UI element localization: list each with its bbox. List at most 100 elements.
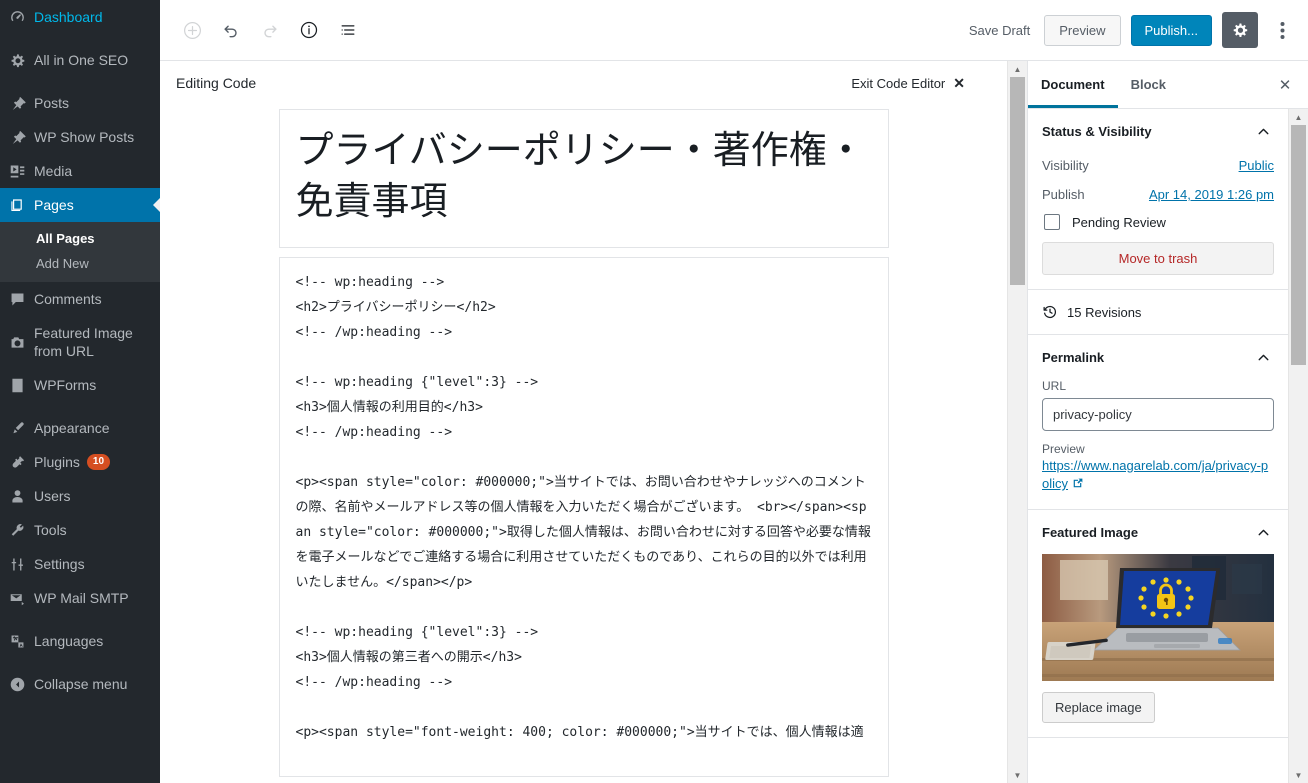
more-options-button[interactable] xyxy=(1268,12,1296,48)
scrollbar-thumb[interactable] xyxy=(1010,77,1025,285)
sidebar-item-comments[interactable]: Comments xyxy=(0,282,160,316)
sidebar-item-label: Plugins xyxy=(34,454,80,470)
pending-review-label[interactable]: Pending Review xyxy=(1072,215,1166,230)
collapse-menu-button[interactable]: Collapse menu xyxy=(0,667,160,701)
sidebar-item-media[interactable]: Media xyxy=(0,154,160,188)
sidebar-item-label: WPForms xyxy=(34,377,97,393)
chevron-up-icon xyxy=(1255,349,1272,366)
permalink-url-input[interactable] xyxy=(1042,398,1274,431)
pages-icon xyxy=(0,197,34,213)
publish-label: Publish xyxy=(1042,187,1085,202)
code-textarea-box[interactable]: <!-- wp:heading --> <h2>プライバシーポリシー</h2> … xyxy=(278,256,889,777)
editor-body: Editing Code Exit Code Editor ✕ プライバシーポリ… xyxy=(160,61,1308,783)
sidebar-item-plugins[interactable]: Plugins 10 xyxy=(0,445,160,479)
sidebar-item-languages[interactable]: Languages xyxy=(0,624,160,658)
block-navigation-button[interactable] xyxy=(330,12,366,48)
publish-row: Publish Apr 14, 2019 1:26 pm xyxy=(1042,182,1274,211)
admin-sidebar: Dashboard All in One SEO Posts WP Show P… xyxy=(0,0,160,783)
sidebar-item-label: Media xyxy=(34,163,73,179)
menu-separator xyxy=(0,658,160,667)
sidebar-item-pages[interactable]: Pages xyxy=(0,188,160,222)
sidebar-item-all-in-one-seo[interactable]: All in One SEO xyxy=(0,43,160,77)
submenu-item-all-pages[interactable]: All Pages xyxy=(0,226,160,251)
sidebar-item-label: Comments xyxy=(34,291,102,307)
publish-button[interactable]: Publish... xyxy=(1130,14,1212,46)
sidebar-item-dashboard[interactable]: Dashboard xyxy=(0,0,160,34)
scroll-up-arrow-icon[interactable]: ▲ xyxy=(1008,61,1027,77)
plug-icon xyxy=(0,454,34,471)
post-title-box[interactable]: プライバシーポリシー・著作権・免責事項 xyxy=(278,109,889,248)
visibility-label: Visibility xyxy=(1042,158,1089,173)
panel-featured-image-header[interactable]: Featured Image xyxy=(1028,510,1288,554)
menu-separator xyxy=(0,402,160,411)
scroll-down-arrow-icon[interactable]: ▼ xyxy=(1008,767,1027,783)
panel-status-visibility: Status & Visibility Visibility Public Pu… xyxy=(1028,109,1288,290)
settings-sidebar-scrollbar[interactable]: ▲ ▼ xyxy=(1288,109,1308,783)
pages-submenu: All Pages Add New xyxy=(0,222,160,282)
sidebar-item-users[interactable]: Users xyxy=(0,479,160,513)
sidebar-item-label: Featured Image from URL xyxy=(34,325,133,359)
gear-icon xyxy=(0,52,34,69)
user-icon xyxy=(0,488,34,505)
settings-panels: Status & Visibility Visibility Public Pu… xyxy=(1028,109,1308,783)
sidebar-item-wp-mail-smtp[interactable]: WP Mail SMTP xyxy=(0,581,160,615)
panel-permalink-header[interactable]: Permalink xyxy=(1028,335,1288,379)
tab-document[interactable]: Document xyxy=(1028,62,1118,108)
sidebar-item-posts[interactable]: Posts xyxy=(0,86,160,120)
save-draft-button[interactable]: Save Draft xyxy=(965,17,1034,44)
undo-button[interactable] xyxy=(213,12,249,48)
code-textarea-content[interactable]: <!-- wp:heading --> <h2>プライバシーポリシー</h2> … xyxy=(296,270,872,745)
pending-review-checkbox[interactable] xyxy=(1044,214,1060,230)
redo-button[interactable] xyxy=(252,12,288,48)
chevron-up-icon xyxy=(1255,524,1272,541)
editor-vertical-scrollbar[interactable]: ▲ ▼ xyxy=(1007,61,1027,783)
external-link-icon xyxy=(1071,477,1084,495)
close-icon: ✕ xyxy=(953,75,965,91)
revisions-label: 15 Revisions xyxy=(1067,304,1142,320)
preview-button[interactable]: Preview xyxy=(1044,14,1121,46)
panel-revisions: 15 Revisions xyxy=(1028,290,1288,335)
brush-icon xyxy=(0,420,34,437)
info-icon-button[interactable] xyxy=(291,12,327,48)
code-editor-scroll-area[interactable]: プライバシーポリシー・著作権・免責事項 <!-- wp:heading --> … xyxy=(160,109,1007,783)
panel-featured-image: Featured Image Replace image xyxy=(1028,510,1288,738)
comment-icon xyxy=(0,291,34,308)
chevron-up-icon xyxy=(1255,123,1272,140)
exit-code-editor-button[interactable]: Exit Code Editor ✕ xyxy=(851,76,987,91)
submenu-item-add-new[interactable]: Add New xyxy=(0,251,160,276)
editor-header-toolbar: Save Draft Preview Publish... xyxy=(160,0,1308,61)
settings-gear-button[interactable] xyxy=(1222,12,1258,48)
sidebar-item-tools[interactable]: Tools xyxy=(0,513,160,547)
panel-permalink: Permalink URL Preview https://www.nagare… xyxy=(1028,335,1288,510)
panel-status-visibility-body: Visibility Public Publish Apr 14, 2019 1… xyxy=(1028,153,1288,289)
sidebar-item-featured-image-from-url[interactable]: Featured Image from URL xyxy=(0,316,160,368)
menu-separator xyxy=(0,34,160,43)
editor-main: Save Draft Preview Publish... Editing Co… xyxy=(160,0,1308,783)
publish-date-button[interactable]: Apr 14, 2019 1:26 pm xyxy=(1149,187,1274,202)
scroll-down-arrow-icon[interactable]: ▼ xyxy=(1289,767,1308,783)
dashboard-icon xyxy=(0,9,34,26)
sidebar-item-label: Languages xyxy=(34,633,104,649)
featured-image-thumbnail[interactable] xyxy=(1042,554,1274,681)
replace-image-button[interactable]: Replace image xyxy=(1042,692,1155,723)
tab-block[interactable]: Block xyxy=(1118,62,1179,108)
sidebar-item-appearance[interactable]: Appearance xyxy=(0,411,160,445)
plugins-update-badge: 10 xyxy=(86,454,111,470)
move-to-trash-button[interactable]: Move to trash xyxy=(1042,242,1274,275)
panel-status-visibility-header[interactable]: Status & Visibility xyxy=(1028,109,1288,153)
translate-icon xyxy=(0,633,34,650)
permalink-preview-label: Preview xyxy=(1042,442,1085,456)
scroll-up-arrow-icon[interactable]: ▲ xyxy=(1289,109,1308,125)
add-block-button[interactable] xyxy=(174,12,210,48)
exit-code-editor-label: Exit Code Editor xyxy=(851,75,946,91)
sidebar-item-wpforms[interactable]: WPForms xyxy=(0,368,160,402)
scrollbar-thumb[interactable] xyxy=(1291,125,1306,365)
close-settings-icon[interactable]: ✕ xyxy=(1268,68,1302,102)
visibility-value-button[interactable]: Public xyxy=(1239,158,1274,173)
sidebar-item-label: Tools xyxy=(34,522,67,538)
revisions-link[interactable]: 15 Revisions xyxy=(1028,290,1288,334)
sidebar-item-settings[interactable]: Settings xyxy=(0,547,160,581)
code-editor-column: Editing Code Exit Code Editor ✕ プライバシーポリ… xyxy=(160,61,1007,783)
sidebar-item-wp-show-posts[interactable]: WP Show Posts xyxy=(0,120,160,154)
clock-revision-icon xyxy=(1042,304,1058,320)
